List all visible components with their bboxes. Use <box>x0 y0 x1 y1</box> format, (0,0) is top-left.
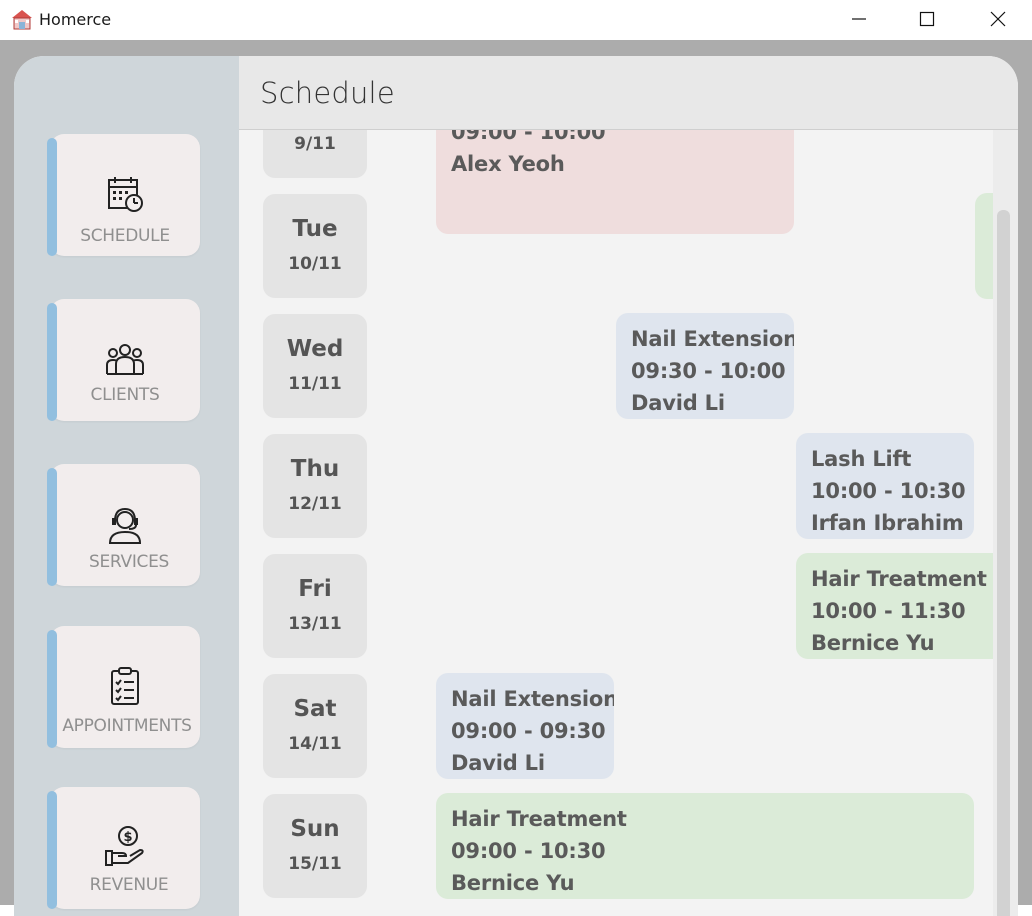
maximize-button[interactable] <box>904 4 950 34</box>
app-shell: SCHEDULE CLIENTS SERVICES APPOINTMENTS $… <box>14 56 1018 916</box>
appointment-card[interactable]: Nail Extension 09:00 - 09:30 David Li <box>436 673 614 779</box>
sidebar-item-label: SERVICES <box>88 552 170 572</box>
day-card: Sat 14/11 <box>263 674 367 778</box>
appointment-card[interactable] <box>975 193 993 299</box>
people-icon <box>50 342 200 383</box>
day-card: Fri 13/11 <box>263 554 367 658</box>
scrollbar-thumb[interactable] <box>997 210 1010 916</box>
day-date: 15/11 <box>288 854 342 874</box>
appointment-time: 09:00 - 09:30 <box>451 719 606 743</box>
sidebar-item-label: CLIENTS <box>90 385 160 405</box>
window-titlebar: Homerce <box>0 0 1032 40</box>
day-name: Thu <box>290 456 340 482</box>
sidebar-item-revenue[interactable]: $ REVENUE <box>47 787 200 909</box>
appointment-service: Lash Lift <box>811 447 912 471</box>
sidebar-item-label: SCHEDULE <box>80 226 170 246</box>
close-button[interactable] <box>975 4 1021 34</box>
day-date: 13/11 <box>288 614 342 634</box>
appointment-card[interactable]: Lash Lift 10:00 - 10:30 Irfan Ibrahim <box>796 433 974 539</box>
close-icon <box>990 11 1006 27</box>
appointment-card[interactable]: Hair Treatment 09:00 - 10:30 Bernice Yu <box>436 793 974 899</box>
sidebar-item-label: APPOINTMENTS <box>62 716 192 736</box>
day-name: Fri <box>298 576 332 602</box>
appointment-service: Hair Treatment <box>811 567 987 591</box>
day-name: Wed <box>286 336 344 362</box>
day-card: Wed 11/11 <box>263 314 367 418</box>
day-date: 11/11 <box>288 374 342 394</box>
appointment-client: David Li <box>631 391 725 415</box>
day-card: Tue 10/11 <box>263 194 367 298</box>
minimize-icon <box>852 18 866 20</box>
appointment-client: Alex Yeoh <box>451 152 565 176</box>
day-card: Sun 15/11 <box>263 794 367 898</box>
day-name: Sat <box>293 696 337 722</box>
appointment-service: Hair Treatment <box>451 807 627 831</box>
day-date: 12/11 <box>288 494 342 514</box>
sidebar-item-clients[interactable]: CLIENTS <box>47 299 200 421</box>
appointment-client: David Li <box>451 751 545 775</box>
appointment-card[interactable]: 09:00 - 10:00 Alex Yeoh <box>436 130 794 234</box>
headset-agent-icon <box>50 505 200 550</box>
appointment-time: 09:30 - 10:00 <box>631 359 786 383</box>
sidebar-item-schedule[interactable]: SCHEDULE <box>47 134 200 256</box>
appointment-client: Irfan Ibrahim <box>811 511 964 535</box>
day-date: 10/11 <box>288 254 342 274</box>
window-title: Homerce <box>39 10 112 29</box>
appointment-service: Nail Extension <box>631 327 794 351</box>
sidebar-item-services[interactable]: SERVICES <box>47 464 200 586</box>
day-name: Sun <box>290 816 340 842</box>
day-card: 9/11 <box>263 130 367 178</box>
appointment-time: 09:00 - 10:30 <box>451 839 606 863</box>
day-name: Tue <box>292 216 338 242</box>
vertical-scrollbar[interactable] <box>993 130 1018 916</box>
page-header: Schedule <box>239 56 1018 130</box>
schedule-view[interactable]: 9/11 Tue 10/11 Wed 11/11 Thu 12/11 Fri 1… <box>239 130 993 916</box>
appointment-time: 09:00 - 10:00 <box>451 130 606 144</box>
calendar-clock-icon <box>50 174 200 219</box>
appointment-client: Bernice Yu <box>811 631 935 655</box>
clipboard-checklist-icon <box>50 666 200 711</box>
appointment-card[interactable]: Hair Treatment 10:00 - 11:30 Bernice Yu <box>796 553 993 659</box>
appointment-time: 10:00 - 10:30 <box>811 479 966 503</box>
appointment-card[interactable]: Nail Extension 09:30 - 10:00 David Li <box>616 313 794 419</box>
sidebar: SCHEDULE CLIENTS SERVICES APPOINTMENTS $… <box>14 56 239 916</box>
sidebar-item-appointments[interactable]: APPOINTMENTS <box>47 626 200 748</box>
homerce-logo-icon <box>10 8 34 30</box>
page-title: Schedule <box>260 76 395 110</box>
appointment-service: Nail Extension <box>451 687 614 711</box>
maximize-icon <box>919 11 935 27</box>
svg-text:$: $ <box>123 830 132 845</box>
day-date: 9/11 <box>294 134 336 154</box>
hand-dollar-icon: $ <box>50 825 200 872</box>
minimize-button[interactable] <box>836 4 882 34</box>
day-date: 14/11 <box>288 734 342 754</box>
day-card: Thu 12/11 <box>263 434 367 538</box>
appointment-time: 10:00 - 11:30 <box>811 599 966 623</box>
sidebar-item-label: REVENUE <box>89 875 169 895</box>
appointment-client: Bernice Yu <box>451 871 575 895</box>
